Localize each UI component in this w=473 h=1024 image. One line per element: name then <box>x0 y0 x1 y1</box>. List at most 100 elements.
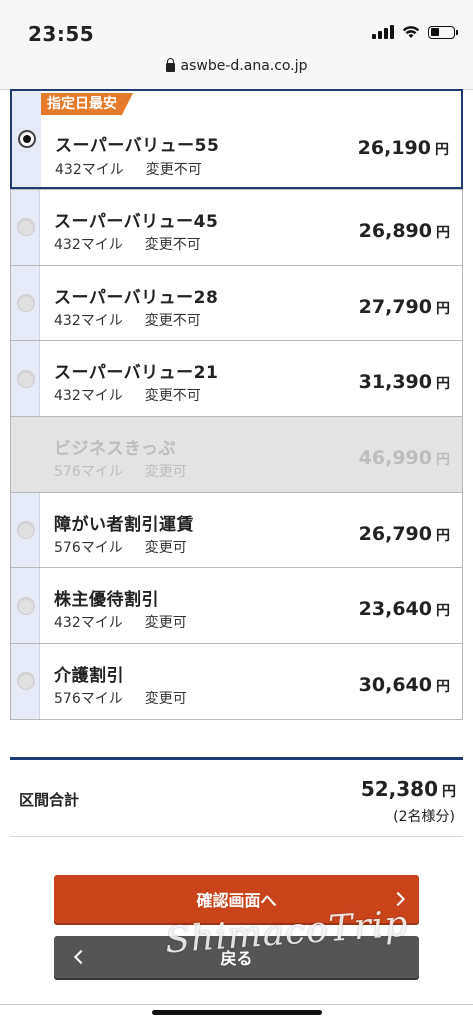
total-yen: 円 <box>442 784 456 800</box>
fare-row[interactable]: 介護割引 576マイル 変更可 30,640 円 <box>11 643 462 719</box>
fare-row[interactable]: 指定日最安スーパーバリュー55 432マイル 変更不可 26,190 円 <box>10 89 463 189</box>
battery-icon <box>428 25 458 39</box>
fare-change-rule: 変更不可 <box>144 388 201 405</box>
total-note: (2名様分) <box>393 809 455 825</box>
signal-icon <box>372 25 394 39</box>
fare-name: スーパーバリュー28 <box>54 287 219 308</box>
fare-price-value: 26,890 <box>358 220 432 242</box>
fare-name: ビジネスきっぷ <box>54 439 176 460</box>
status-bar: 23:55 <box>0 0 473 56</box>
fare-miles: 432マイル <box>54 237 123 253</box>
fare-change-rule: 変更可 <box>144 615 187 632</box>
fare-row[interactable]: 株主優待割引 432マイル 変更可 23,640 円 <box>11 567 462 644</box>
fare-price: 23,640 円 <box>359 598 450 620</box>
fare-row[interactable]: 障がい者割引運賃 576マイル 変更可 26,790 円 <box>11 491 462 568</box>
fare-price-value: 46,990 <box>358 447 432 470</box>
total-divider <box>10 757 463 760</box>
radio-column <box>11 341 40 417</box>
fare-name: 株主優待割引 <box>54 590 159 611</box>
status-time: 23:55 <box>28 22 95 46</box>
status-icons <box>372 25 458 39</box>
fare-row[interactable]: スーパーバリュー21 432マイル 変更不可 31,390 円 <box>11 340 462 417</box>
fare-price: 26,890 円 <box>359 220 450 242</box>
fare-price: 26,190 円 <box>358 137 449 159</box>
fare-miles: 432マイル <box>54 615 123 632</box>
radio-column <box>11 265 40 341</box>
fare-miles: 576マイル <box>54 464 123 481</box>
fare-price-yen: 円 <box>436 452 450 469</box>
radio-column <box>11 417 40 492</box>
fare-price: 27,790 円 <box>359 296 450 318</box>
fare-details: 576マイル 変更可 <box>54 461 187 481</box>
fare-radio-button[interactable] <box>17 596 35 615</box>
fare-name: スーパーバリュー45 <box>54 212 219 232</box>
fare-name: スーパーバリュー21 <box>54 363 219 384</box>
fare-details: 432マイル 変更不可 <box>54 385 201 405</box>
fare-price-yen: 円 <box>436 300 450 317</box>
url-text: aswbe-d.ana.co.jp <box>180 58 308 74</box>
fare-details: 432マイル 変更可 <box>54 612 187 632</box>
fare-name: 介護割引 <box>54 666 124 687</box>
fare-price-value: 26,190 <box>357 137 431 159</box>
fare-radio-button[interactable] <box>17 672 35 691</box>
fare-price-value: 27,790 <box>358 295 432 318</box>
home-indicator <box>152 1010 322 1015</box>
radio-column <box>11 568 40 644</box>
url-bar[interactable]: aswbe-d.ana.co.jp <box>0 56 473 90</box>
fare-price: 30,640 円 <box>359 674 450 696</box>
fare-miles: 432マイル <box>54 388 123 405</box>
radio-column <box>11 492 40 568</box>
fare-radio-button[interactable] <box>17 294 35 313</box>
fare-change-rule: 変更不可 <box>145 162 202 178</box>
fare-price-yen: 円 <box>435 142 449 158</box>
fare-details: 432マイル 変更不可 <box>54 234 201 254</box>
fare-details: 576マイル 変更可 <box>54 688 187 708</box>
fare-row[interactable]: スーパーバリュー45 432マイル 変更不可 26,890 円 <box>11 189 462 265</box>
footer-divider <box>0 1004 473 1005</box>
fare-miles: 576マイル <box>54 539 123 556</box>
fare-price-value: 31,390 <box>358 371 432 394</box>
fare-price-value: 23,640 <box>358 598 432 621</box>
fare-details: 432マイル 変更不可 <box>54 310 201 330</box>
fare-change-rule: 変更不可 <box>144 312 201 329</box>
fare-price-yen: 円 <box>436 679 450 696</box>
total-label: 区間合計 <box>19 791 80 809</box>
fare-name: 障がい者割引運賃 <box>54 514 194 535</box>
fare-price: 46,990 円 <box>359 447 450 469</box>
fare-radio-button[interactable] <box>17 218 35 237</box>
lowest-fare-badge: 指定日最安 <box>41 93 133 115</box>
fare-change-rule: 変更可 <box>144 539 187 556</box>
fare-row: ビジネスきっぷ 576マイル 変更可 46,990 円 <box>11 416 462 492</box>
fare-price: 26,790 円 <box>359 523 450 545</box>
fare-price: 31,390 円 <box>359 371 450 393</box>
total-amount: 52,380 円 <box>361 777 456 801</box>
total-amount-value: 52,380 <box>360 777 438 801</box>
total-bottom-divider <box>10 836 463 837</box>
fare-change-rule: 変更可 <box>144 464 187 481</box>
fare-price-value: 30,640 <box>358 674 432 697</box>
fare-details: 432マイル 変更不可 <box>55 159 202 179</box>
fare-radio-button[interactable] <box>17 521 35 540</box>
wifi-icon <box>402 26 420 38</box>
radio-column <box>11 190 40 265</box>
chevron-left-icon <box>73 949 89 965</box>
fare-miles: 432マイル <box>55 162 124 178</box>
fare-radio-button[interactable] <box>18 130 36 148</box>
fare-price-yen: 円 <box>436 225 450 241</box>
fare-radio-button[interactable] <box>17 369 35 388</box>
fare-price-yen: 円 <box>436 527 450 544</box>
radio-column <box>12 91 41 187</box>
confirm-button-label: 確認画面へ <box>196 891 277 910</box>
fare-name: スーパーバリュー55 <box>55 136 220 156</box>
radio-column <box>11 644 40 719</box>
fare-miles: 576マイル <box>54 691 123 708</box>
fare-list: 指定日最安 スーパーバリュー55 432マイル 変更不可 26,190 円スーパーバリュー… <box>10 89 463 720</box>
fare-change-rule: 変更不可 <box>144 237 201 253</box>
fare-details: 576マイル 変更可 <box>54 537 187 557</box>
lock-icon <box>165 58 175 72</box>
fare-row[interactable]: スーパーバリュー28 432マイル 変更不可 27,790 円 <box>11 264 462 341</box>
fare-miles: 432マイル <box>54 312 123 329</box>
fare-change-rule: 変更可 <box>144 691 187 708</box>
fare-price-value: 26,790 <box>358 522 432 545</box>
fare-price-yen: 円 <box>436 603 450 620</box>
